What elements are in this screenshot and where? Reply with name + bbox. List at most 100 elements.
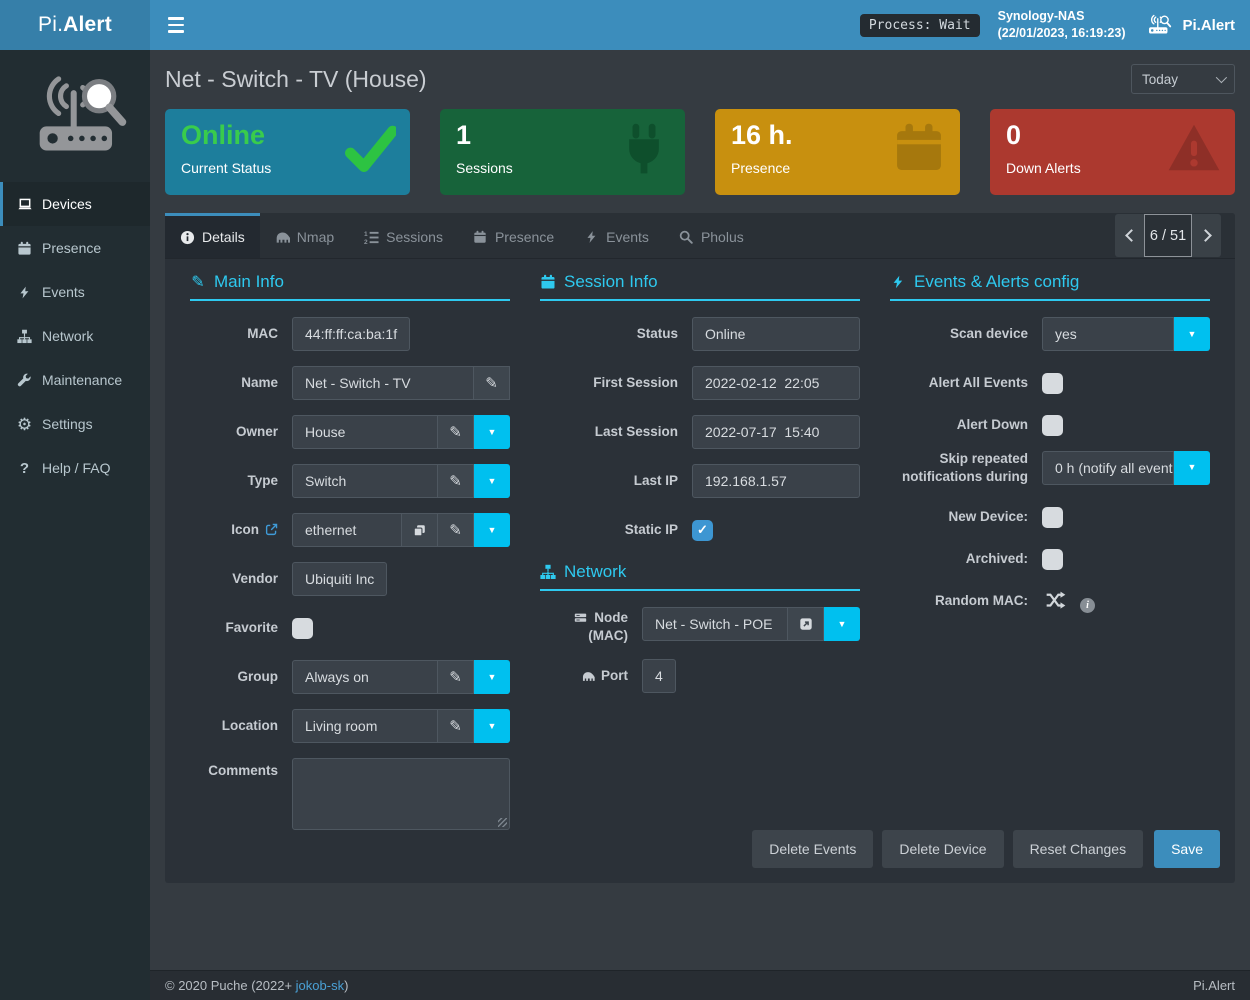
first-session-field[interactable]: 2022-02-12 22:05 [692, 366, 860, 400]
tab-nmap[interactable]: Nmap [260, 213, 349, 258]
type-label: Type [190, 472, 278, 490]
last-session-field[interactable]: 2022-07-17 15:40 [692, 415, 860, 449]
tab-label: Events [606, 229, 649, 245]
edit-location-button[interactable]: ✎ [438, 709, 474, 743]
sidebar-item-devices[interactable]: Devices [0, 182, 150, 226]
tab-details[interactable]: Details [165, 213, 260, 258]
sidebar-item-label: Events [42, 284, 85, 300]
brand-logo[interactable]: Pi.Alert [0, 0, 150, 50]
next-device-button[interactable] [1192, 214, 1221, 257]
copyright: © 2020 Puche (2022+ jokob-sk) [165, 978, 348, 993]
sidebar-item-label: Settings [42, 416, 93, 432]
icon-dropdown-button[interactable]: ▼ [474, 513, 510, 547]
port-field[interactable]: 4 [642, 659, 676, 693]
node-dropdown-button[interactable]: ▼ [824, 607, 860, 641]
sidebar-item-events[interactable]: Events [0, 270, 150, 314]
pager-position: 6 / 51 [1144, 214, 1192, 257]
tab-pholus[interactable]: Pholus [664, 213, 759, 258]
owner-field[interactable]: House [292, 415, 438, 449]
delete-device-button[interactable]: Delete Device [882, 830, 1003, 868]
check-icon: ✓ [697, 522, 708, 538]
host-info: Synology-NAS (22/01/2023, 16:19:23) [998, 8, 1126, 42]
sidebar-item-label: Network [42, 328, 93, 344]
prev-device-button[interactable] [1115, 214, 1144, 257]
group-dropdown-button[interactable]: ▼ [474, 660, 510, 694]
sidebar-item-presence[interactable]: Presence [0, 226, 150, 270]
period-select[interactable]: Today [1131, 64, 1235, 94]
copy-icon-button[interactable] [402, 513, 438, 547]
static-ip-checkbox[interactable]: ✓ [692, 520, 713, 541]
delete-events-button[interactable]: Delete Events [752, 830, 873, 868]
favorite-label: Favorite [190, 619, 278, 637]
new-device-checkbox[interactable]: ✓ [1042, 507, 1063, 528]
skip-notifications-select[interactable]: 0 h (notify all event [1042, 451, 1174, 485]
type-dropdown-button[interactable]: ▼ [474, 464, 510, 498]
pencil-icon: ✎ [485, 376, 498, 391]
pencil-icon: ✎ [449, 670, 462, 685]
node-mac-field[interactable]: Net - Switch - POE [642, 607, 788, 641]
section-title: Events & Alerts config [914, 272, 1079, 292]
edit-owner-button[interactable]: ✎ [438, 415, 474, 449]
pencil-icon: ✎ [449, 719, 462, 734]
jokob-sk-link[interactable]: jokob-sk [296, 978, 344, 993]
comments-label: Comments [190, 762, 278, 780]
vendor-field[interactable]: Ubiquiti Inc [292, 562, 387, 596]
tab-sessions[interactable]: 12 Sessions [349, 213, 458, 258]
location-label: Location [190, 717, 278, 735]
save-button[interactable]: Save [1154, 830, 1220, 868]
bolt-icon [584, 230, 599, 245]
alert-all-events-label: Alert All Events [890, 374, 1028, 392]
scan-device-dropdown-button[interactable]: ▼ [1174, 317, 1210, 351]
card-down-alerts[interactable]: 0 Down Alerts [990, 109, 1235, 195]
edit-group-button[interactable]: ✎ [438, 660, 474, 694]
tab-presence[interactable]: Presence [458, 213, 569, 258]
card-current-status[interactable]: Online Current Status [165, 109, 410, 195]
type-field[interactable]: Switch [292, 464, 438, 498]
calendar-icon [473, 230, 488, 245]
sidebar-item-maintenance[interactable]: Maintenance [0, 358, 150, 402]
host-name: Synology-NAS [998, 8, 1126, 25]
sidebar-item-help[interactable]: ? Help / FAQ [0, 446, 150, 490]
icon-field[interactable]: ethernet [292, 513, 402, 547]
skip-notifications-dropdown-button[interactable]: ▼ [1174, 451, 1210, 485]
sidebar: Devices Presence Events [0, 50, 150, 1000]
sidebar-logo [0, 50, 150, 182]
status-field[interactable]: Online [692, 317, 860, 351]
section-title: Session Info [564, 272, 658, 292]
edit-icon-button[interactable]: ✎ [438, 513, 474, 547]
sidebar-toggle-icon[interactable] [168, 17, 190, 33]
name-field[interactable]: Net - Switch - TV [292, 366, 474, 400]
edit-type-button[interactable]: ✎ [438, 464, 474, 498]
location-field[interactable]: Living room [292, 709, 438, 743]
tab-strip: Details Nmap 12 Sessions [165, 213, 1235, 259]
page-title: Net - Switch - TV (House) [165, 66, 427, 93]
app-identity[interactable]: Pi.Alert [1143, 13, 1235, 37]
alert-down-checkbox[interactable]: ✓ [1042, 415, 1063, 436]
alert-all-events-checkbox[interactable]: ✓ [1042, 373, 1063, 394]
edit-name-button[interactable]: ✎ [474, 366, 510, 400]
tab-events[interactable]: Events [569, 213, 664, 258]
sidebar-item-label: Presence [42, 240, 101, 256]
scan-device-select[interactable]: yes [1042, 317, 1174, 351]
info-icon[interactable]: i [1080, 598, 1095, 613]
external-link-icon[interactable] [265, 523, 278, 536]
reset-changes-button[interactable]: Reset Changes [1013, 830, 1144, 868]
owner-dropdown-button[interactable]: ▼ [474, 415, 510, 449]
location-dropdown-button[interactable]: ▼ [474, 709, 510, 743]
card-presence[interactable]: 16 h. Presence [715, 109, 960, 195]
sidebar-item-network[interactable]: Network [0, 314, 150, 358]
chevron-left-icon [1125, 229, 1138, 242]
card-sessions[interactable]: 1 Sessions [440, 109, 685, 195]
group-field[interactable]: Always on [292, 660, 438, 694]
node-mac-label: Node (MAC) [540, 609, 628, 644]
mac-field[interactable]: 44:ff:ff:ca:ba:1f [292, 317, 410, 351]
last-ip-field[interactable]: 192.168.1.57 [692, 464, 860, 498]
favorite-checkbox[interactable]: ✓ [292, 618, 313, 639]
comments-textarea[interactable] [292, 758, 510, 830]
new-device-label: New Device: [890, 508, 1028, 526]
brand-suffix: Alert [63, 13, 112, 37]
archived-checkbox[interactable]: ✓ [1042, 549, 1063, 570]
open-node-button[interactable] [788, 607, 824, 641]
sidebar-item-settings[interactable]: ⚙ Settings [0, 402, 150, 446]
shuffle-icon [1042, 589, 1070, 611]
